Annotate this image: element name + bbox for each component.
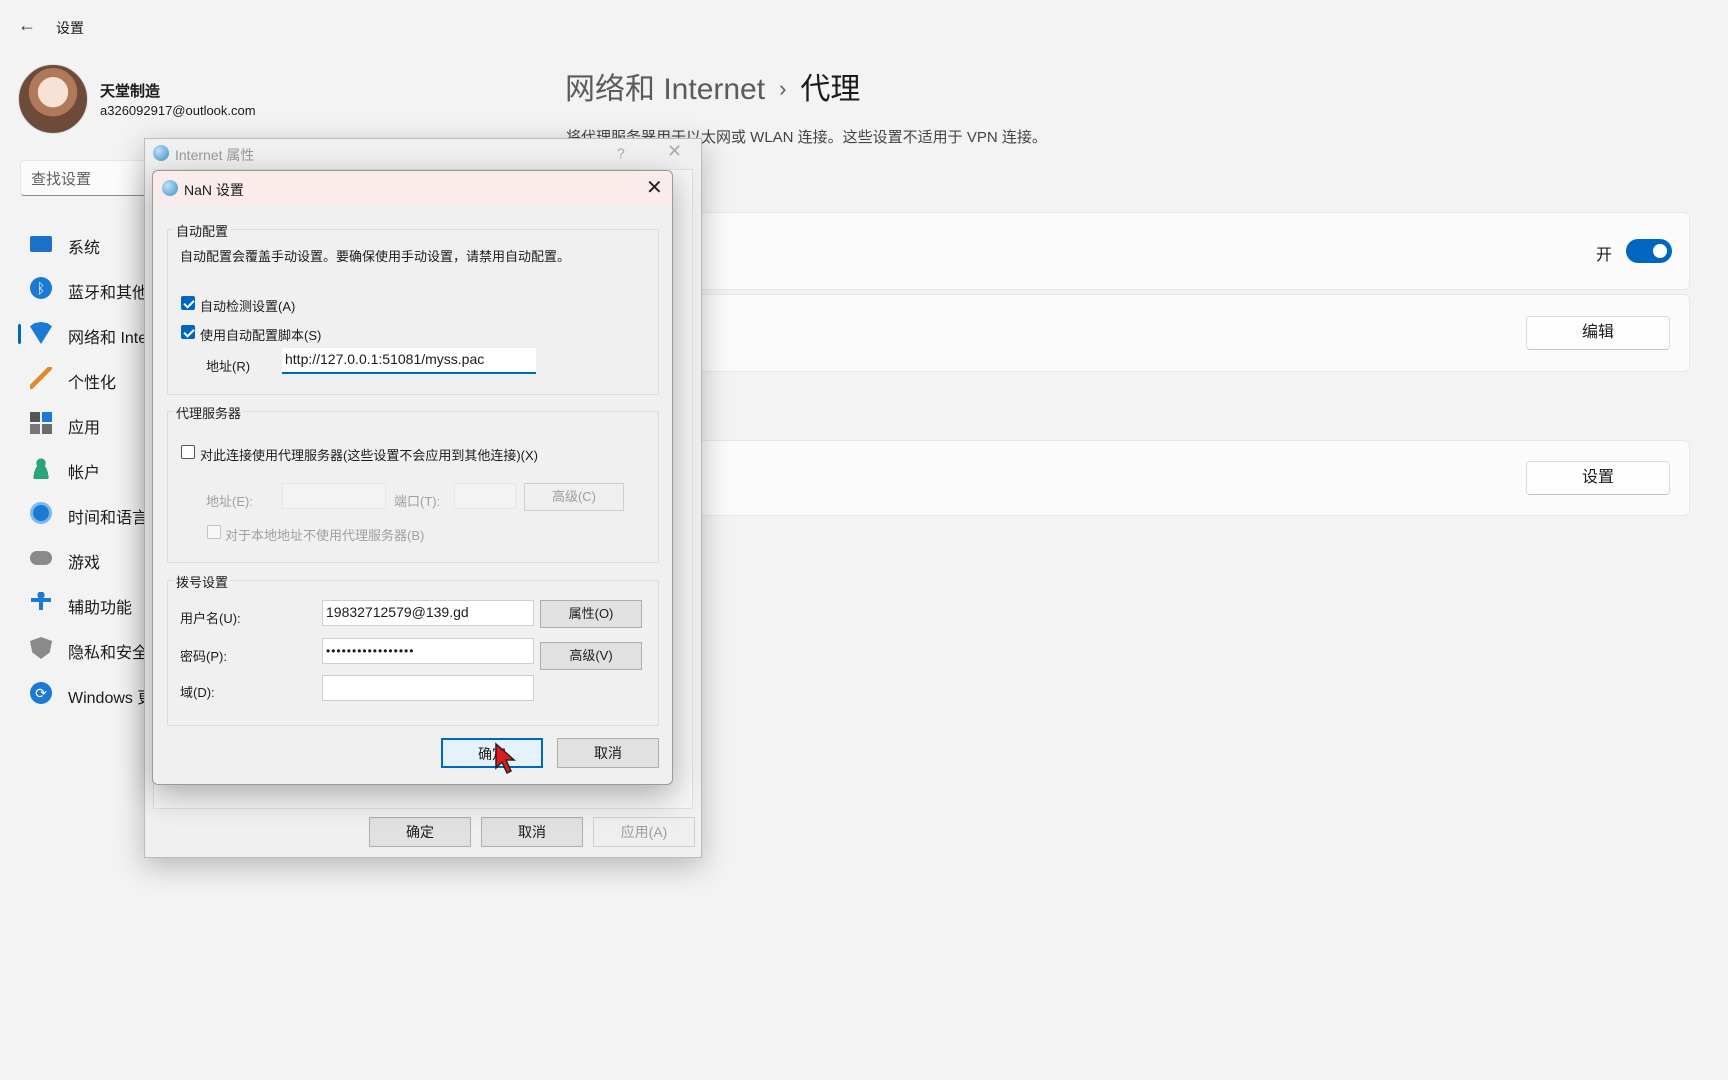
proxy-port-input[interactable] xyxy=(454,483,516,509)
group-title: 代理服务器 xyxy=(174,403,244,422)
group-title: 拨号设置 xyxy=(174,572,231,591)
mouse-cursor-icon xyxy=(495,742,516,775)
bluetooth-icon: ᛒ xyxy=(30,277,52,299)
lan-settings-dialog: NaN 设置 ✕ 自动配置 自动配置会覆盖手动设置。要确保使用手动设置，请禁用自… xyxy=(152,170,673,785)
shield-icon xyxy=(30,637,52,659)
sidebar-item-label: Windows 更 xyxy=(68,690,154,707)
edit-button[interactable]: 编辑 xyxy=(1526,316,1670,350)
password-input[interactable]: ••••••••••••••••• xyxy=(322,638,534,664)
auto-detect-toggle[interactable] xyxy=(1626,239,1672,263)
sidebar-item-label: 隐私和安全 xyxy=(68,645,149,662)
sidebar-item-label: 系统 xyxy=(68,240,101,257)
use-script-checkbox[interactable] xyxy=(181,325,195,339)
auto-detect-label[interactable]: 自动检测设置(A) xyxy=(200,296,295,315)
chevron-right-icon: › xyxy=(779,76,787,101)
sidebar-item-label: 游戏 xyxy=(68,555,101,572)
group-title: 自动配置 xyxy=(174,221,231,240)
page-title: 代理 xyxy=(800,73,861,106)
back-arrow-icon[interactable]: ← xyxy=(16,14,38,36)
bypass-local-label[interactable]: 对于本地地址不使用代理服务器(B) xyxy=(225,525,424,544)
domain-label: 域(D): xyxy=(180,685,215,700)
sidebar-item-label: 辅助功能 xyxy=(68,600,133,617)
setup-button[interactable]: 设置 xyxy=(1526,461,1670,495)
gamepad-icon xyxy=(30,551,52,565)
account-icon xyxy=(30,457,52,479)
use-proxy-checkbox[interactable] xyxy=(181,445,195,459)
username-input[interactable]: 19832712579@139.gd xyxy=(322,600,534,626)
use-script-label[interactable]: 使用自动配置脚本(S) xyxy=(200,325,321,344)
domain-input[interactable] xyxy=(322,675,534,701)
bypass-local-checkbox[interactable] xyxy=(207,525,221,539)
accessibility-icon xyxy=(30,592,52,614)
dialog-title: NaN 设置 xyxy=(184,182,244,198)
dialog-titlebar: NaN 设置 ✕ xyxy=(153,171,672,205)
setup-script-card xyxy=(566,294,1690,372)
time-language-icon xyxy=(30,502,52,524)
active-indicator xyxy=(18,324,21,344)
close-icon[interactable]: ✕ xyxy=(667,141,682,162)
lan-cancel-button[interactable]: 取消 xyxy=(557,738,659,768)
lan-ok-button[interactable]: 确定 xyxy=(441,738,543,768)
auto-config-group: 自动配置 自动配置会覆盖手动设置。要确保使用手动设置，请禁用自动配置。 自动检测… xyxy=(167,221,659,395)
auto-detect-card xyxy=(566,212,1690,290)
proxy-server-group: 代理服务器 对此连接使用代理服务器(这些设置不会应用到其他连接)(X) 地址(E… xyxy=(167,403,659,563)
user-email: a326092917@outlook.com xyxy=(100,103,256,118)
user-name: 天堂制造 xyxy=(100,83,161,100)
help-icon[interactable]: ? xyxy=(617,145,625,161)
update-icon: ⟳ xyxy=(30,682,52,704)
username-label: 用户名(U): xyxy=(180,611,241,626)
system-icon xyxy=(30,236,52,252)
sidebar-item-label: 时间和语言 xyxy=(68,510,149,527)
app-title: 设置 xyxy=(56,20,84,36)
sidebar-item-label: 蓝牙和其他 xyxy=(68,285,149,302)
settings-titlebar: ← 设置 xyxy=(0,0,1728,52)
manual-proxy-card xyxy=(566,440,1690,516)
wifi-icon xyxy=(30,322,52,344)
auto-detect-checkbox[interactable] xyxy=(181,296,195,310)
use-proxy-label[interactable]: 对此连接使用代理服务器(这些设置不会应用到其他连接)(X) xyxy=(200,445,538,464)
password-label: 密码(P): xyxy=(180,649,227,664)
breadcrumb-parent[interactable]: 网络和 Internet xyxy=(565,73,765,106)
globe-icon xyxy=(162,180,178,196)
dialup-group: 拨号设置 用户名(U): 19832712579@139.gd 属性(O) 密码… xyxy=(167,572,659,726)
proxy-address-input[interactable] xyxy=(282,483,386,509)
ok-button[interactable]: 确定 xyxy=(369,817,471,847)
sidebar-item-label: 网络和 Inte xyxy=(68,330,148,347)
sidebar-item-label: 帐户 xyxy=(68,465,101,482)
script-address-label: 地址(R) xyxy=(206,359,251,374)
dialog-title: Internet 属性 xyxy=(175,147,255,163)
dialup-advanced-button[interactable]: 高级(V) xyxy=(540,642,642,670)
avatar[interactable] xyxy=(18,64,88,134)
sidebar-item-label: 应用 xyxy=(68,420,101,437)
auto-config-note: 自动配置会覆盖手动设置。要确保使用手动设置，请禁用自动配置。 xyxy=(180,249,571,264)
breadcrumb: 网络和 Internet › 代理 xyxy=(565,64,860,108)
apply-button[interactable]: 应用(A) xyxy=(593,817,695,847)
cancel-button[interactable]: 取消 xyxy=(481,817,583,847)
close-icon[interactable]: ✕ xyxy=(646,175,663,200)
proxy-advanced-button[interactable]: 高级(C) xyxy=(524,483,624,511)
sidebar-item-label: 个性化 xyxy=(68,375,117,392)
script-address-input[interactable]: http://127.0.0.1:51081/myss.pac xyxy=(282,348,536,374)
brush-icon xyxy=(30,367,52,389)
toggle-knob xyxy=(1653,244,1667,258)
proxy-port-label: 端口(T): xyxy=(394,494,441,509)
apps-icon xyxy=(30,412,52,434)
properties-button[interactable]: 属性(O) xyxy=(540,600,642,628)
proxy-address-label: 地址(E): xyxy=(206,494,253,509)
globe-icon xyxy=(153,145,169,161)
toggle-state-label: 开 xyxy=(1596,247,1613,264)
